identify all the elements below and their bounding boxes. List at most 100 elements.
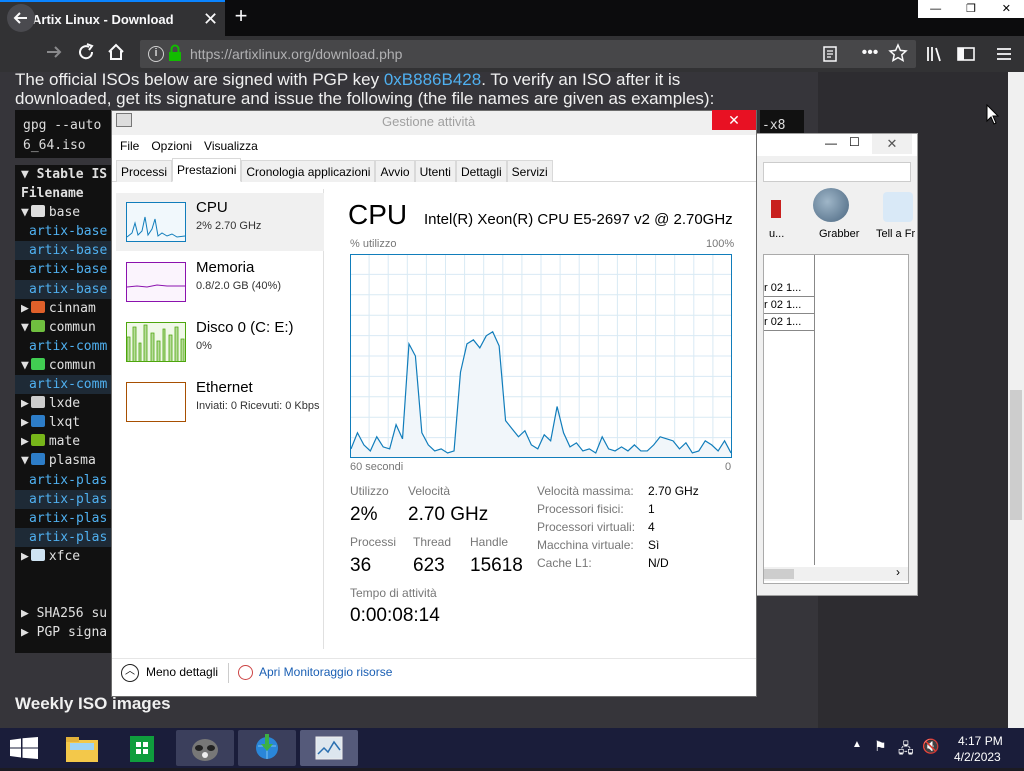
minimize-button[interactable]: —	[918, 0, 953, 18]
menu-hamburger-icon[interactable]	[994, 44, 1014, 64]
tree-item[interactable]: ▶xfce▶ xfce	[15, 547, 111, 566]
tree-item[interactable]: Filename	[15, 184, 111, 203]
scroll-right-icon[interactable]: ›	[896, 565, 900, 579]
tab-performance[interactable]: Prestazioni	[172, 158, 242, 182]
expand-toggle-icon[interactable]: ▼	[21, 205, 29, 220]
resource-memory[interactable]: Memoria 0.8/2.0 GB (40%)	[116, 253, 324, 311]
iso-file-link[interactable]: artix-plas	[15, 509, 111, 528]
task-manager-titlebar[interactable]: Gestione attività ✕	[112, 110, 756, 135]
tree-item[interactable]: ▼ Stable IS	[15, 165, 111, 184]
task-manager-window[interactable]: Gestione attività ✕ File Opzioni Visuali…	[111, 110, 757, 697]
iso-file-link[interactable]: artix-base	[15, 222, 111, 241]
expand-toggle-icon[interactable]: ▶	[21, 549, 29, 564]
expand-toggle-icon[interactable]: ▼	[21, 358, 29, 373]
tree-item[interactable]: ▼base▼ base	[15, 203, 111, 222]
bookmark-star-icon[interactable]	[888, 43, 908, 63]
iso-file-link[interactable]: artix-comm	[15, 337, 111, 356]
tab-processes[interactable]: Processi	[116, 160, 173, 182]
taskbar-task-manager[interactable]	[300, 730, 358, 766]
list-item[interactable]: r 02 1...	[764, 314, 814, 331]
sidebar-icon[interactable]	[956, 44, 976, 64]
tree-item[interactable]: ▶lxde▶ lxde	[15, 394, 111, 413]
iso-file-link[interactable]: artix-plas	[15, 471, 111, 490]
taskbar-download-manager[interactable]	[238, 730, 296, 766]
network-icon[interactable]: 🖧	[898, 738, 914, 762]
iso-file-link[interactable]: artix-base	[15, 279, 111, 299]
maximize-icon[interactable]: ☐	[849, 135, 860, 149]
resource-ethernet[interactable]: Ethernet Inviati: 0 Ricevuti: 0 Kbps	[116, 373, 324, 431]
background-window[interactable]: — ☐ ✕ Grabber Tell a Fr u... r 02 1... r…	[756, 133, 918, 596]
tab-close-icon[interactable]: ✕	[203, 10, 218, 28]
iso-file-link[interactable]: artix-base	[15, 241, 111, 261]
pgp-key-link[interactable]: 0xB886B428	[384, 72, 481, 89]
restore-button[interactable]: ❐	[953, 0, 988, 18]
tree-item[interactable]: ▶ PGP signa	[15, 623, 111, 642]
minimize-icon[interactable]: —	[825, 136, 837, 150]
tree-item[interactable]: ▶ SHA256 su	[15, 604, 111, 623]
tab-startup[interactable]: Avvio	[375, 160, 415, 182]
reader-view-icon[interactable]	[820, 44, 840, 64]
tree-item[interactable]: ▼commun▼ commun	[15, 356, 111, 375]
fewer-details-link[interactable]: Meno dettagli	[146, 665, 218, 679]
library-icon[interactable]	[924, 44, 944, 64]
clock-date[interactable]: 4/2/2023	[954, 750, 1001, 764]
grabber-label[interactable]: Grabber	[819, 228, 859, 240]
chevron-up-icon[interactable]: ︿	[121, 664, 139, 682]
tab-services[interactable]: Servizi	[506, 160, 553, 182]
clock-time[interactable]: 4:17 PM	[958, 734, 1003, 748]
forward-button[interactable]	[42, 40, 66, 64]
close-icon[interactable]: ✕	[872, 134, 912, 154]
taskbar-raccoon-app[interactable]	[176, 730, 234, 766]
page-actions-icon[interactable]: •••	[860, 44, 880, 64]
menu-options[interactable]: Opzioni	[151, 139, 192, 153]
expand-toggle-icon[interactable]: ▼	[21, 320, 29, 335]
list-item[interactable]: r 02 1...	[764, 297, 814, 314]
iso-file-link[interactable]: artix-plas	[15, 489, 111, 509]
resource-disk[interactable]: Disco 0 (C: E:) 0%	[116, 313, 324, 371]
close-window-button[interactable]: ✕	[988, 0, 1024, 18]
menu-view[interactable]: Visualizza	[204, 139, 258, 153]
info-icon[interactable]: i	[148, 46, 164, 62]
iso-file-link[interactable]: artix-base	[15, 260, 111, 279]
lock-icon[interactable]	[168, 44, 182, 62]
taskbar-store[interactable]	[120, 730, 164, 766]
tell-friend-icon[interactable]	[883, 192, 913, 222]
page-scrollbar-thumb[interactable]	[1010, 390, 1022, 520]
url-text[interactable]: https://artixlinux.org/download.php	[190, 44, 402, 64]
expand-toggle-icon[interactable]: ▶	[21, 434, 29, 449]
tab-users[interactable]: Utenti	[414, 160, 456, 182]
tree-item[interactable]: ▼plasma▼ plasma	[15, 451, 111, 470]
expand-toggle-icon[interactable]: ▶	[21, 415, 29, 430]
tab-app-history[interactable]: Cronologia applicazioni	[241, 160, 376, 182]
list-item[interactable]: r 02 1...	[764, 280, 814, 297]
stop-icon[interactable]	[771, 200, 781, 218]
taskbar-file-explorer[interactable]	[60, 730, 104, 766]
expand-toggle-icon[interactable]: ▼	[21, 453, 29, 468]
iso-file-link[interactable]: artix-plas	[15, 527, 111, 547]
tree-item[interactable]: ▶mate▶ mate	[15, 432, 111, 451]
tree-item[interactable]: ▶cinnam▶ cinnam	[15, 299, 111, 318]
volume-muted-icon[interactable]: 🔇	[922, 738, 939, 755]
resource-monitor-icon[interactable]	[238, 665, 253, 680]
start-button[interactable]	[10, 737, 38, 759]
open-resource-monitor-link[interactable]: Apri Monitoraggio risorse	[259, 665, 392, 679]
tree-item[interactable]: ▼commun▼ commun	[15, 318, 111, 337]
flag-icon[interactable]: ⚑	[874, 738, 887, 755]
tell-friend-label[interactable]: Tell a Fr	[876, 228, 915, 240]
home-button[interactable]	[104, 40, 128, 64]
expand-toggle-icon[interactable]: ▶	[21, 301, 29, 316]
grabber-icon[interactable]	[813, 188, 849, 222]
reload-button[interactable]	[74, 40, 98, 64]
download-list[interactable]: r 02 1... r 02 1... r 02 1... ›	[763, 254, 909, 584]
resource-cpu[interactable]: CPU 2% 2.70 GHz	[116, 193, 324, 251]
chevron-up-icon[interactable]: ▲	[852, 739, 862, 750]
menu-file[interactable]: File	[120, 139, 139, 153]
tab-details[interactable]: Dettagli	[455, 160, 507, 182]
horizontal-scrollbar-thumb[interactable]	[764, 569, 794, 579]
back-button[interactable]	[7, 4, 35, 32]
new-tab-button[interactable]: +	[230, 4, 252, 28]
expand-toggle-icon[interactable]: ▶	[21, 396, 29, 411]
horizontal-scrollbar[interactable]: ›	[764, 565, 908, 581]
close-button[interactable]: ✕	[712, 110, 756, 130]
tree-item[interactable]: ▶lxqt▶ lxqt	[15, 413, 111, 432]
